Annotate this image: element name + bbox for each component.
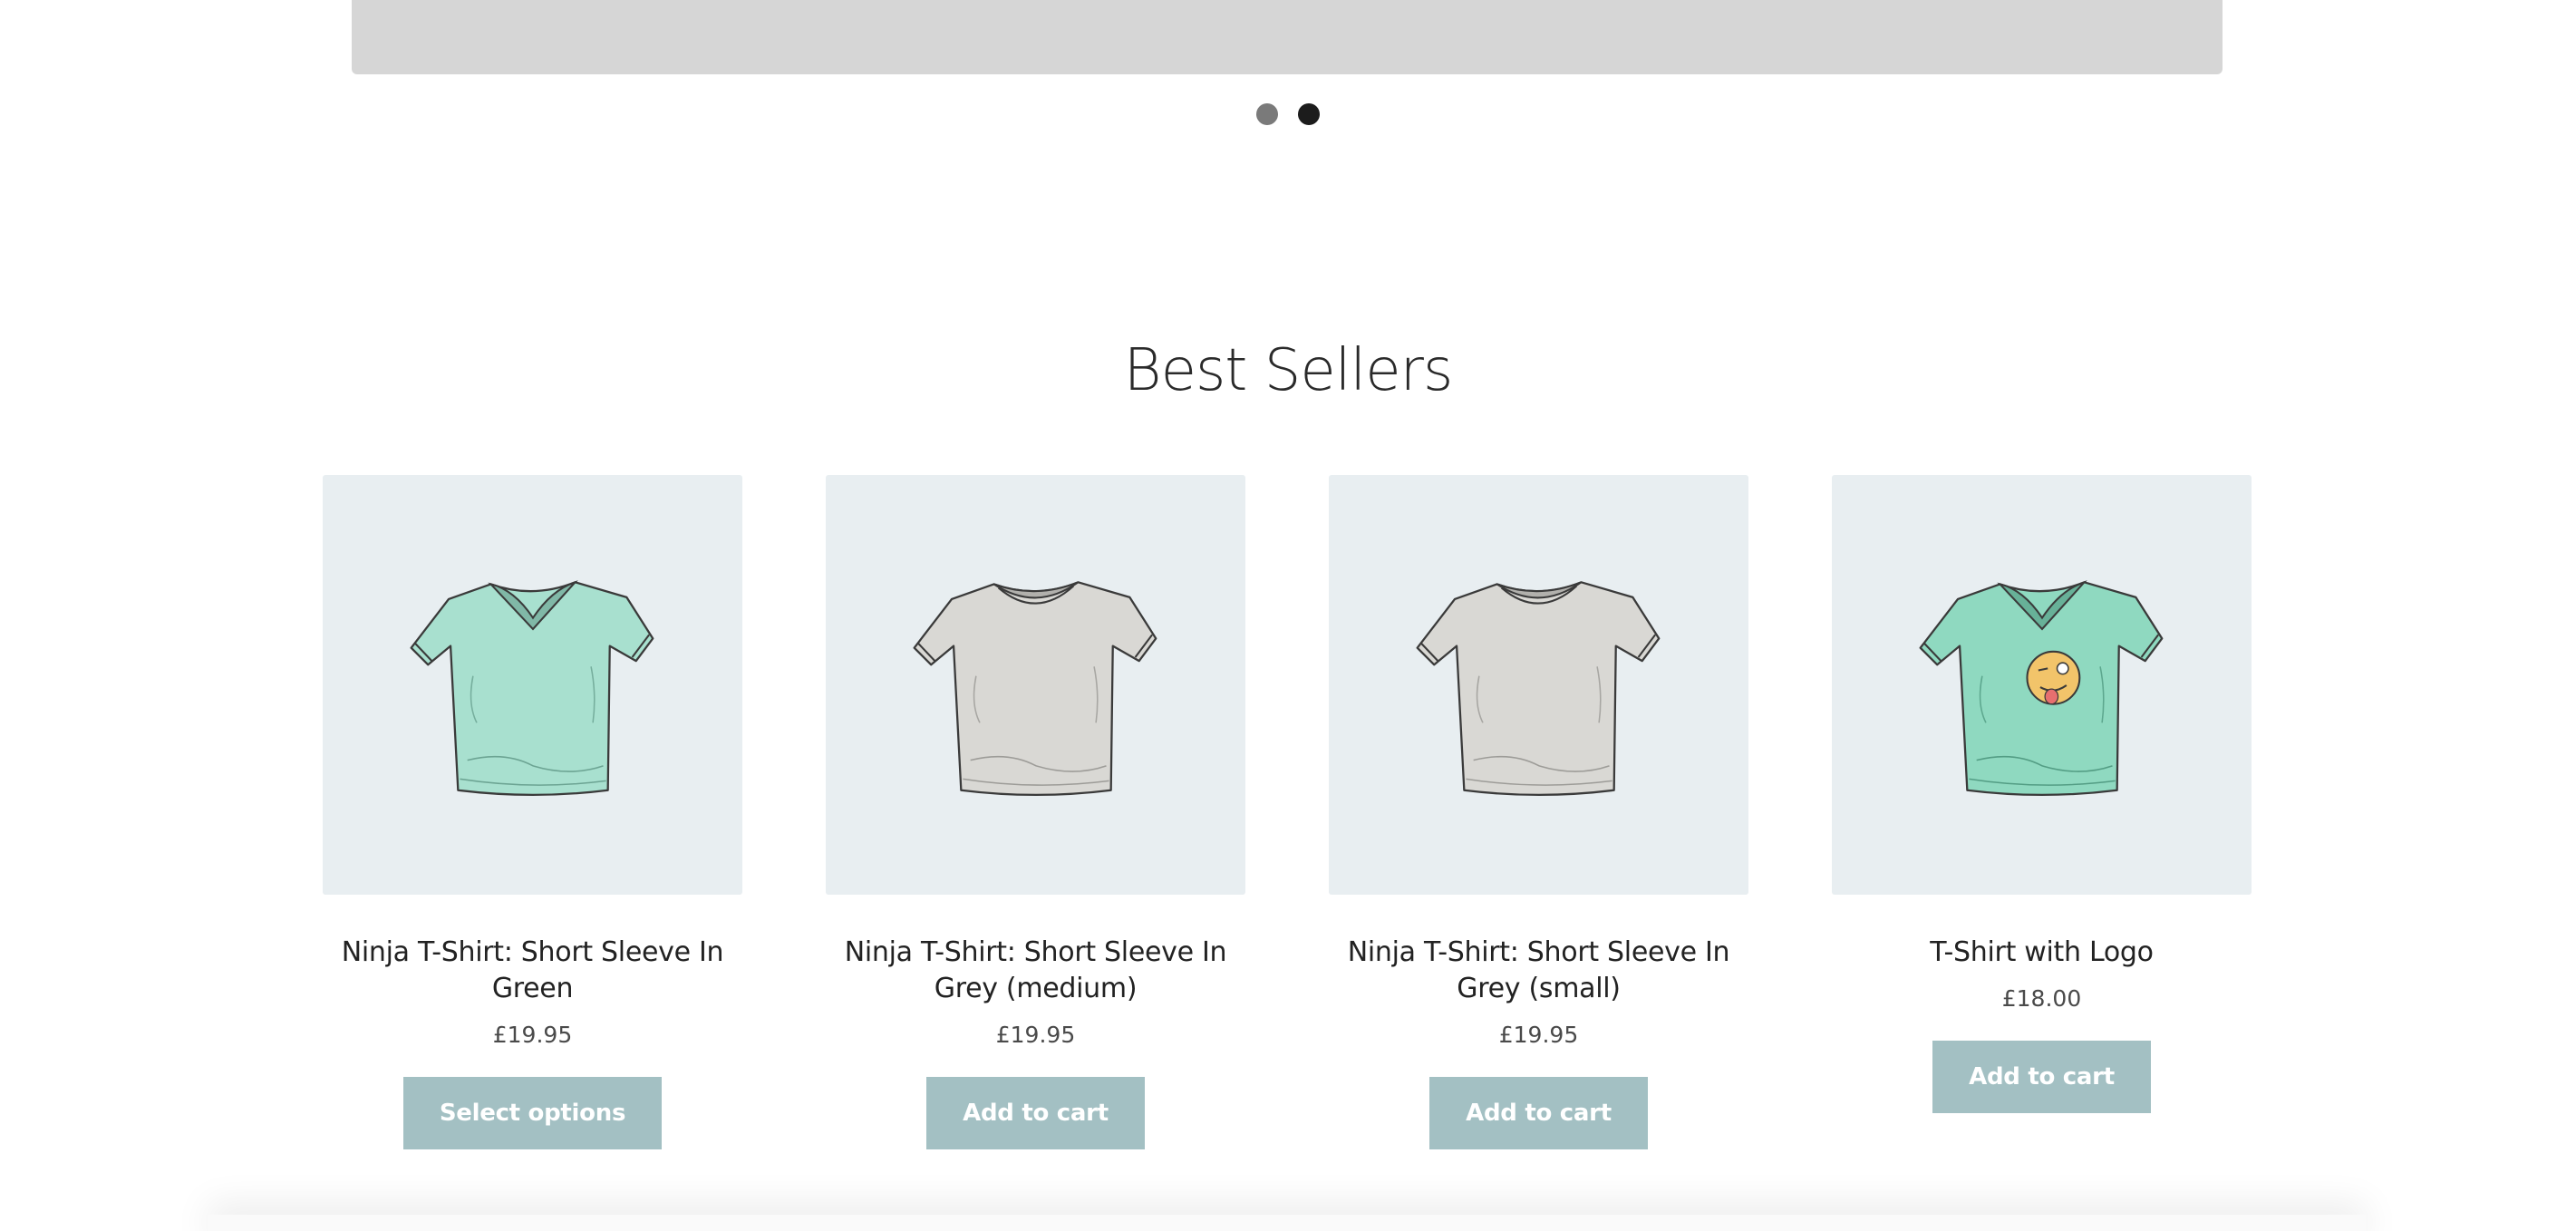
t-shirt-icon bbox=[1919, 579, 2163, 796]
product-price: £19.95 bbox=[1498, 1022, 1579, 1048]
product-grid: Ninja T-Shirt: Short Sleeve In Green £19… bbox=[323, 475, 2253, 1149]
add-to-cart-button[interactable]: Add to cart bbox=[1932, 1041, 2151, 1113]
product-price: £19.95 bbox=[995, 1022, 1076, 1048]
slider-pagination bbox=[0, 103, 2576, 125]
product-name[interactable]: Ninja T-Shirt: Short Sleeve In Green bbox=[323, 935, 742, 1007]
product-image[interactable] bbox=[323, 475, 742, 895]
product-name[interactable]: Ninja T-Shirt: Short Sleeve In Grey (med… bbox=[826, 935, 1245, 1007]
select-options-button[interactable]: Select options bbox=[402, 1077, 663, 1149]
t-shirt-icon bbox=[410, 579, 654, 796]
product-card: Ninja T-Shirt: Short Sleeve In Grey (med… bbox=[826, 475, 1245, 1149]
slider-banner[interactable] bbox=[352, 0, 2223, 74]
page: Best Sellers Ninja T-Shirt: Short Sleeve… bbox=[0, 0, 2576, 1231]
product-name[interactable]: Ninja T-Shirt: Short Sleeve In Grey (sma… bbox=[1329, 935, 1748, 1007]
footer-edge bbox=[208, 1215, 2366, 1231]
product-card: Ninja T-Shirt: Short Sleeve In Green £19… bbox=[323, 475, 742, 1149]
product-image[interactable] bbox=[826, 475, 1245, 895]
t-shirt-icon bbox=[1416, 580, 1660, 796]
product-image[interactable] bbox=[1329, 475, 1748, 895]
t-shirt-icon bbox=[913, 580, 1157, 796]
slider-dot-1[interactable] bbox=[1256, 103, 1278, 125]
add-to-cart-button[interactable]: Add to cart bbox=[1429, 1077, 1648, 1149]
add-to-cart-button[interactable]: Add to cart bbox=[926, 1077, 1145, 1149]
product-name[interactable]: T-Shirt with Logo bbox=[1832, 935, 2252, 971]
slider-dot-2[interactable] bbox=[1298, 103, 1320, 125]
product-price: £18.00 bbox=[2001, 985, 2082, 1012]
product-card: T-Shirt with Logo £18.00 Add to cart bbox=[1832, 475, 2252, 1149]
product-price: £19.95 bbox=[492, 1022, 573, 1048]
section-title: Best Sellers bbox=[1123, 337, 1454, 404]
product-image[interactable] bbox=[1832, 475, 2252, 895]
product-card: Ninja T-Shirt: Short Sleeve In Grey (sma… bbox=[1329, 475, 1748, 1149]
